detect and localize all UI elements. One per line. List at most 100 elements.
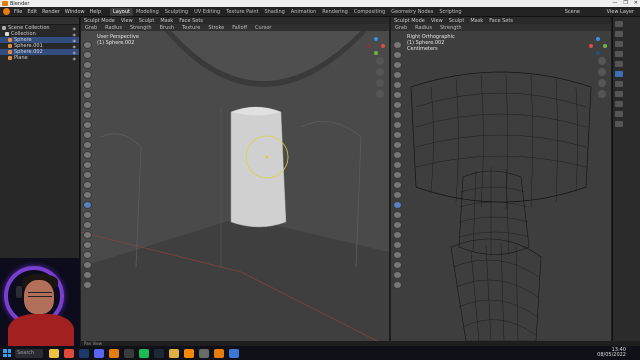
- material-properties-icon[interactable]: [615, 121, 623, 127]
- scrape-icon[interactable]: [83, 161, 92, 169]
- snake-hook-icon[interactable]: [83, 191, 92, 199]
- visibility-eye-icon[interactable]: ◉: [73, 38, 77, 43]
- mode-selector[interactable]: Sculpt Mode: [84, 18, 115, 24]
- spotify-icon[interactable]: [139, 348, 149, 358]
- thumb-icon[interactable]: [83, 221, 92, 229]
- folder-icon[interactable]: [169, 348, 179, 358]
- tab-layout[interactable]: Layout: [110, 7, 133, 16]
- navigation-gizmo[interactable]: [589, 37, 607, 55]
- minimize-button[interactable]: —: [612, 0, 617, 6]
- photoshop-icon[interactable]: [79, 348, 89, 358]
- radius-field[interactable]: Radius: [105, 25, 122, 31]
- constraint-properties-icon[interactable]: [615, 101, 623, 107]
- output-properties-icon[interactable]: [615, 41, 623, 47]
- draw-sharp-icon[interactable]: [83, 51, 92, 59]
- fill-icon[interactable]: [393, 151, 402, 159]
- layer-icon[interactable]: [393, 91, 402, 99]
- radius-field[interactable]: Radius: [415, 25, 432, 31]
- grid-icon[interactable]: [376, 90, 384, 98]
- render-properties-icon[interactable]: [615, 31, 623, 37]
- navigation-gizmo[interactable]: [367, 37, 385, 55]
- menu-mask[interactable]: Mask: [160, 18, 173, 24]
- menu-face-sets[interactable]: Face Sets: [489, 18, 513, 24]
- tab-geometry-nodes[interactable]: Geometry Nodes: [388, 8, 436, 16]
- smooth-icon[interactable]: [83, 131, 92, 139]
- mask-icon[interactable]: [393, 271, 402, 279]
- mode-selector[interactable]: Sculpt Mode: [394, 18, 425, 24]
- blender-icon[interactable]: [109, 348, 119, 358]
- tab-scripting[interactable]: Scripting: [436, 8, 464, 16]
- mask-icon[interactable]: [83, 271, 92, 279]
- visibility-eye-icon[interactable]: ◉: [73, 44, 77, 49]
- scrape-icon[interactable]: [393, 161, 402, 169]
- nudge-icon[interactable]: [83, 241, 92, 249]
- modifier-properties-icon[interactable]: [615, 81, 623, 87]
- falloff-menu[interactable]: Falloff: [232, 25, 247, 31]
- multiplane-scrape-icon[interactable]: [393, 171, 402, 179]
- blender-2-icon[interactable]: [214, 348, 224, 358]
- multiplane-scrape-icon[interactable]: [83, 171, 92, 179]
- blob-icon[interactable]: [393, 111, 402, 119]
- rotate-icon[interactable]: [393, 251, 402, 259]
- brush-grab[interactable]: Grab: [85, 25, 97, 31]
- view-layer-selector[interactable]: View Layer: [607, 9, 634, 15]
- layer-icon[interactable]: [83, 91, 92, 99]
- inflate-icon[interactable]: [393, 101, 402, 109]
- elastic-deform-icon[interactable]: [393, 211, 402, 219]
- grab-icon[interactable]: [393, 201, 402, 209]
- tab-animation[interactable]: Animation: [288, 8, 320, 16]
- menu-sculpt[interactable]: Sculpt: [449, 18, 465, 24]
- blob-icon[interactable]: [83, 111, 92, 119]
- pan-hand-icon[interactable]: [598, 68, 606, 76]
- menu-window[interactable]: Window: [65, 9, 85, 15]
- obs-icon[interactable]: [124, 348, 134, 358]
- tab-texture-paint[interactable]: Texture Paint: [223, 8, 261, 16]
- fill-icon[interactable]: [83, 151, 92, 159]
- rotate-icon[interactable]: [83, 251, 92, 259]
- transform-icon[interactable]: [83, 281, 92, 289]
- physics-properties-icon[interactable]: [615, 91, 623, 97]
- texture-menu[interactable]: Texture: [182, 25, 200, 31]
- pan-hand-icon[interactable]: [376, 68, 384, 76]
- smooth-icon[interactable]: [393, 131, 402, 139]
- flatten-icon[interactable]: [83, 141, 92, 149]
- windows-start-icon[interactable]: [3, 349, 11, 357]
- menu-help[interactable]: Help: [90, 9, 101, 15]
- world-properties-icon[interactable]: [615, 61, 623, 67]
- camera-icon[interactable]: [376, 79, 384, 87]
- pose-icon[interactable]: [393, 231, 402, 239]
- thumb-icon[interactable]: [393, 221, 402, 229]
- zoom-icon[interactable]: [598, 57, 606, 65]
- blender-menu-icon[interactable]: [3, 8, 10, 15]
- steam-icon[interactable]: [154, 348, 164, 358]
- object-properties-icon[interactable]: [615, 71, 623, 77]
- tab-rendering[interactable]: Rendering: [319, 8, 351, 16]
- file-explorer-icon[interactable]: [49, 348, 59, 358]
- grab-icon[interactable]: [83, 201, 92, 209]
- menu-file[interactable]: File: [14, 9, 22, 15]
- pinch-icon[interactable]: [393, 181, 402, 189]
- brush-menu[interactable]: Brush: [160, 25, 174, 31]
- strength-field[interactable]: Strength: [130, 25, 152, 31]
- vlc-icon[interactable]: [184, 348, 194, 358]
- grid-icon[interactable]: [598, 90, 606, 98]
- tab-shading[interactable]: Shading: [261, 8, 287, 16]
- photos-icon[interactable]: [229, 348, 239, 358]
- menu-sculpt[interactable]: Sculpt: [139, 18, 155, 24]
- slide-relax-icon[interactable]: [83, 261, 92, 269]
- visibility-eye-icon[interactable]: ◉: [73, 50, 77, 55]
- nudge-icon[interactable]: [393, 241, 402, 249]
- menu-mask[interactable]: Mask: [470, 18, 483, 24]
- clay-icon[interactable]: [83, 61, 92, 69]
- close-button[interactable]: ✕: [634, 0, 638, 6]
- snake-hook-icon[interactable]: [393, 191, 402, 199]
- visibility-eye-icon[interactable]: ◉: [73, 26, 77, 31]
- elastic-deform-icon[interactable]: [83, 211, 92, 219]
- pose-icon[interactable]: [83, 231, 92, 239]
- scene-selector[interactable]: Scene: [565, 9, 580, 15]
- taskbar-clock[interactable]: 13:40 08/05/2022: [597, 348, 626, 358]
- tab-sculpting[interactable]: Sculpting: [162, 8, 191, 16]
- draw-brush-icon[interactable]: [393, 41, 402, 49]
- draw-brush-icon[interactable]: [83, 41, 92, 49]
- menu-view[interactable]: View: [431, 18, 443, 24]
